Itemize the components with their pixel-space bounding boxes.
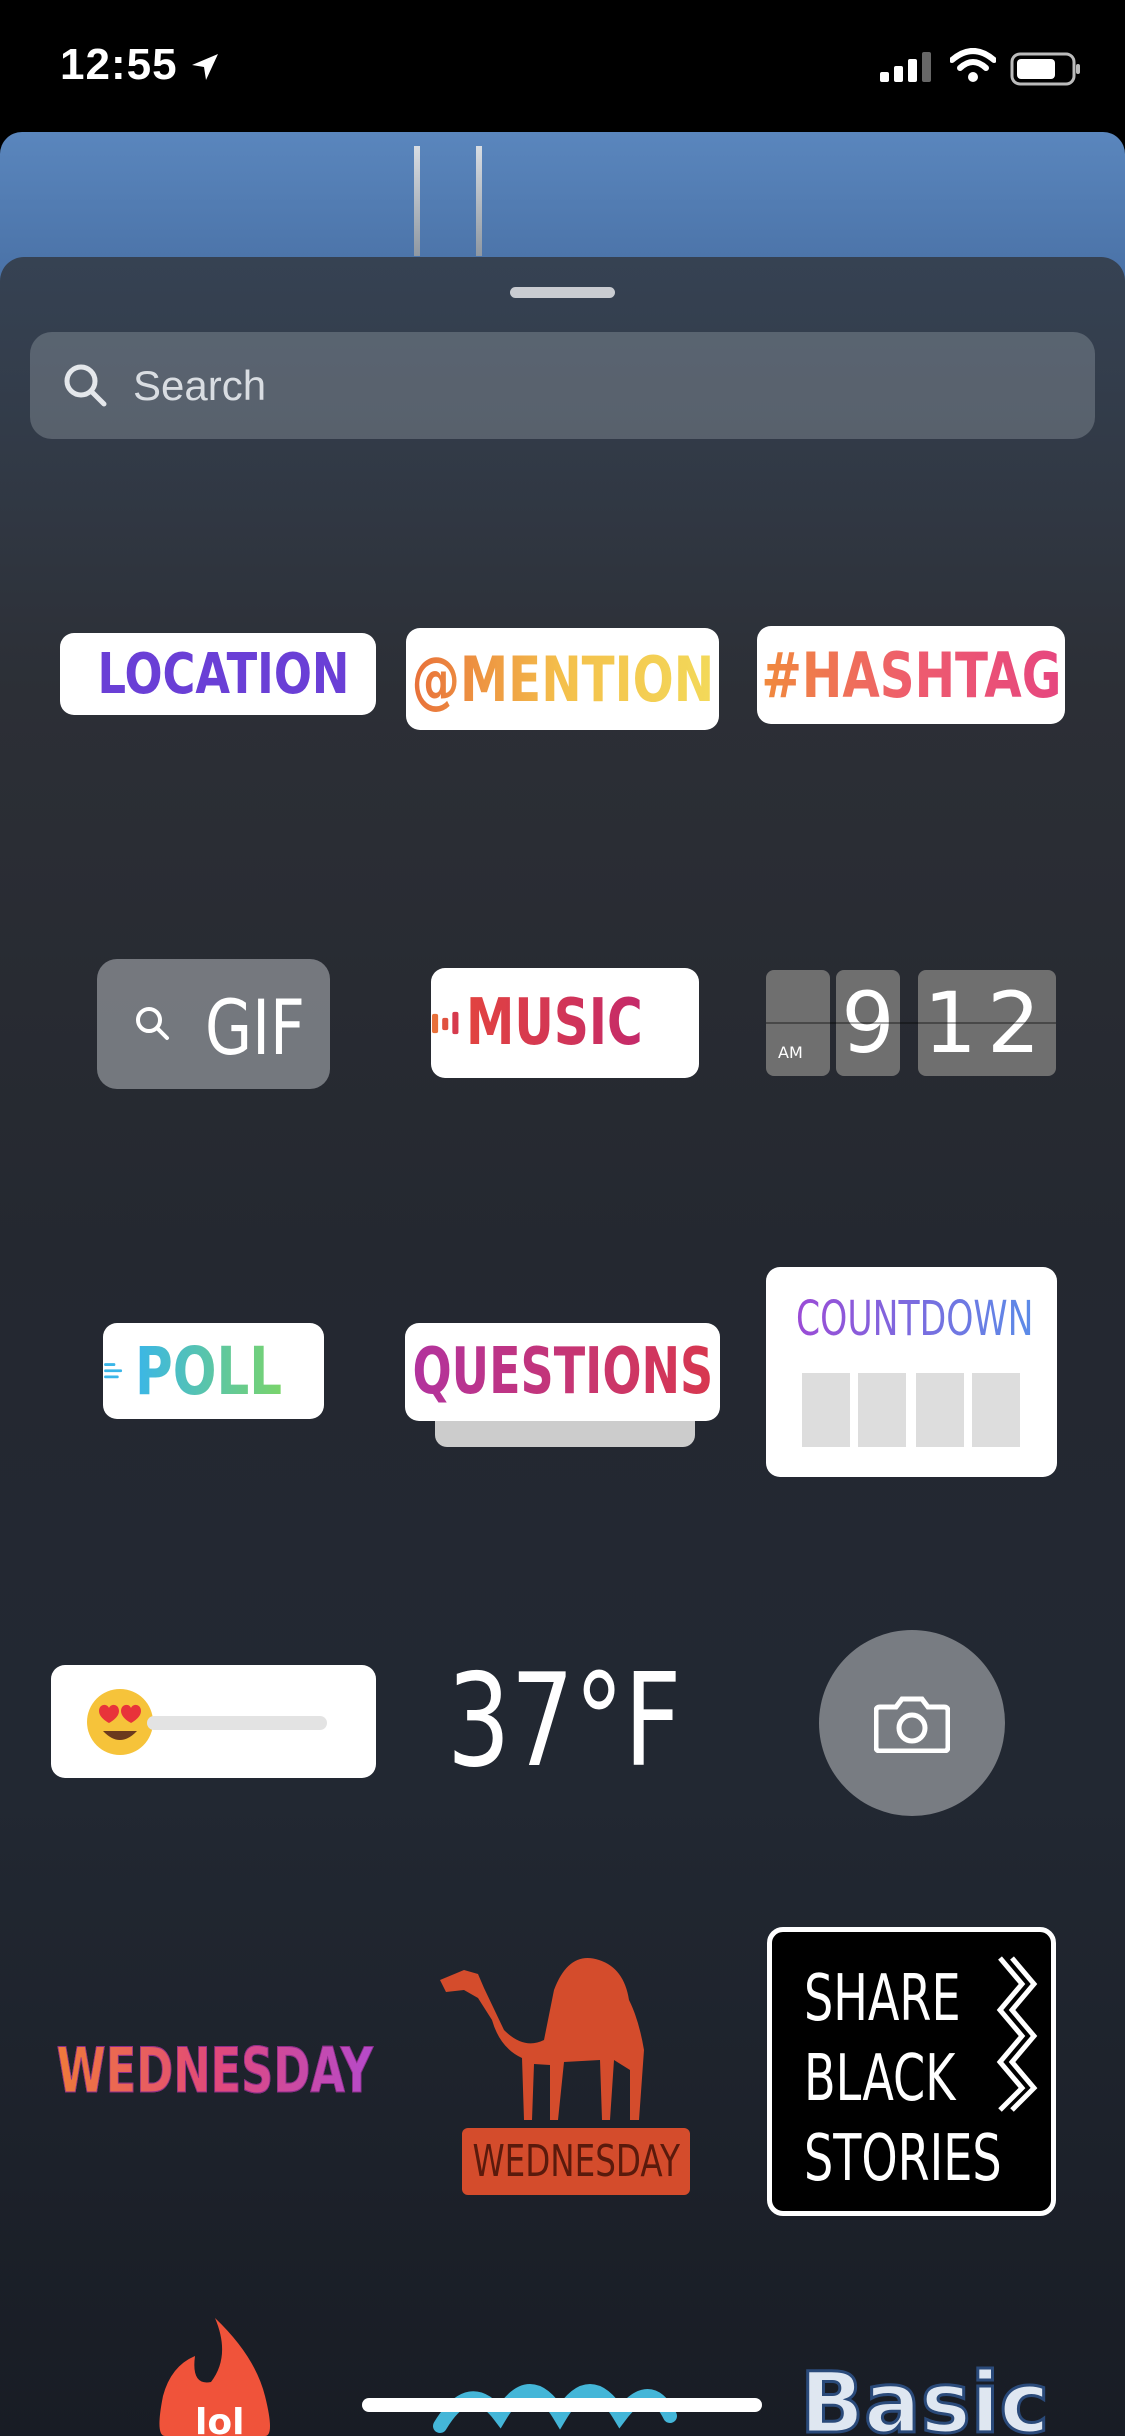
sbs-line-3: STORIES	[804, 2122, 1002, 2196]
wifi-icon	[950, 48, 996, 82]
sticker-search-field[interactable]: Search	[30, 332, 1095, 439]
gif-search-icon	[136, 1007, 169, 1040]
questions-card: QUESTIONS	[405, 1323, 720, 1421]
temperature-label: 37°F	[446, 1646, 682, 1796]
sbs-line-2: BLACK	[804, 2042, 956, 2116]
music-sticker[interactable]: MUSIC	[431, 968, 699, 1078]
camel-label-plate: WEDNESDAY	[462, 2128, 690, 2195]
countdown-digit-1	[802, 1373, 850, 1447]
basic-sticker[interactable]: Basic	[800, 2354, 1049, 2436]
camera-selfie-sticker[interactable]	[819, 1630, 1005, 1816]
countdown-digit-3	[916, 1373, 964, 1447]
countdown-sticker[interactable]: COUNTDOWN	[766, 1267, 1057, 1477]
heart-eyes-emoji-icon	[87, 1689, 153, 1755]
battery-icon	[1010, 52, 1080, 86]
emoji-slider-sticker[interactable]	[51, 1665, 376, 1778]
location-arrow-icon	[192, 54, 218, 80]
cellular-signal-icon	[880, 52, 931, 82]
wednesday-sticker[interactable]: WEDNESDAY	[56, 2030, 374, 2110]
gif-label: GIF	[205, 983, 306, 1072]
music-bars-icon	[432, 1011, 459, 1035]
poll-sticker[interactable]: POLL	[103, 1323, 324, 1419]
tower-right	[476, 146, 482, 256]
status-time: 12:55	[60, 40, 178, 89]
tower-left	[414, 146, 420, 256]
drag-handle[interactable]	[510, 287, 615, 298]
wednesday-label: WEDNESDAY	[56, 2033, 374, 2107]
search-icon	[64, 364, 107, 407]
camel-icon	[440, 1958, 644, 2120]
hashtag-label: #HASHTAG	[760, 638, 1062, 712]
home-indicator[interactable]	[362, 2398, 762, 2412]
sbs-line-1: SHARE	[804, 1962, 961, 2036]
location-label: LOCATION	[97, 641, 349, 707]
zigzag-icon	[996, 1956, 1038, 2112]
status-bar: 12:55	[0, 0, 1125, 132]
search-placeholder: Search	[133, 362, 267, 409]
hashtag-sticker[interactable]: #HASHTAG	[757, 626, 1065, 724]
slider-track	[147, 1716, 327, 1730]
share-black-stories-sticker[interactable]: SHARE BLACK STORIES	[767, 1927, 1056, 2216]
gif-sticker[interactable]: GIF	[97, 959, 330, 1089]
temperature-sticker[interactable]: 37°F	[432, 1646, 696, 1796]
clock-divider-line	[766, 1022, 1056, 1024]
camel-label: WEDNESDAY	[472, 2136, 680, 2187]
location-sticker[interactable]: LOCATION	[60, 633, 376, 715]
countdown-digit-4	[972, 1373, 1020, 1447]
poll-lines-icon	[104, 1363, 123, 1379]
yass-sticker-icon[interactable]	[430, 2356, 680, 2436]
countdown-label: COUNTDOWN	[796, 1291, 1034, 1347]
clock-ampm: AM	[778, 1043, 803, 1062]
mention-sticker[interactable]: @MENTION	[406, 628, 719, 730]
questions-label: QUESTIONS	[412, 1335, 713, 1409]
camel-wednesday-sticker[interactable]: WEDNESDAY	[430, 1940, 700, 2200]
countdown-digit-2	[858, 1373, 906, 1447]
time-sticker[interactable]: AM 9 12	[766, 970, 1056, 1078]
fire-sticker-icon[interactable]: lol	[135, 2316, 295, 2436]
mention-label: @MENTION	[411, 642, 714, 716]
questions-sticker[interactable]: QUESTIONS	[405, 1323, 720, 1447]
poll-label: POLL	[135, 1332, 283, 1410]
basic-label: Basic	[800, 2354, 1050, 2436]
camera-icon	[874, 1696, 950, 1753]
music-label: MUSIC	[466, 986, 644, 1060]
svg-text:lol: lol	[195, 2402, 244, 2436]
